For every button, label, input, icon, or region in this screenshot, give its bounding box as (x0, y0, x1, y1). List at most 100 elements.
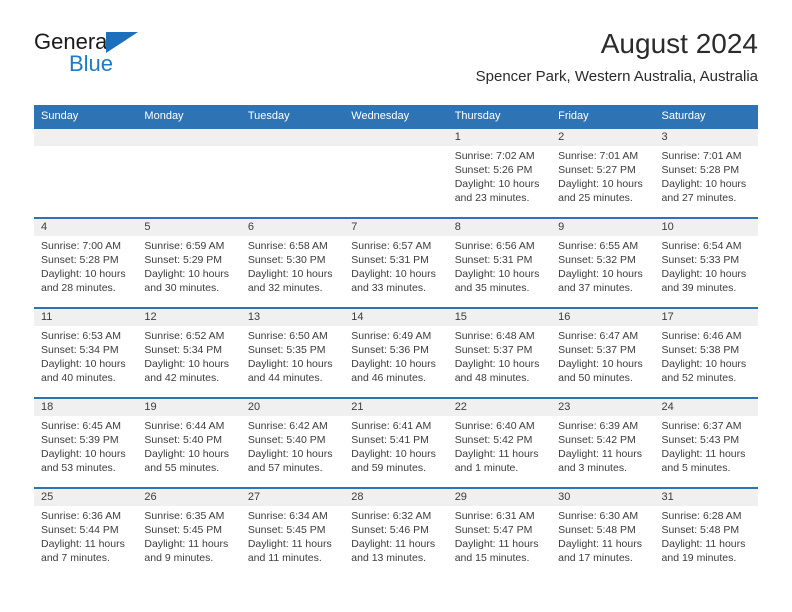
daylight-text-1: Daylight: 10 hours (661, 358, 747, 370)
weekday-header-saturday: Saturday (661, 110, 706, 122)
sunset-text: Sunset: 5:42 PM (454, 434, 533, 446)
day-cell[interactable]: Sunrise: 6:39 AM Sunset: 5:42 PM Dayligh… (551, 416, 654, 487)
day-cell[interactable]: Sunrise: 7:01 AM Sunset: 5:27 PM Dayligh… (551, 146, 654, 217)
day-number[interactable]: 16 (551, 309, 654, 326)
day-cell[interactable]: Sunrise: 7:01 AM Sunset: 5:28 PM Dayligh… (655, 146, 758, 217)
day-cell[interactable]: Sunrise: 6:58 AM Sunset: 5:30 PM Dayligh… (241, 236, 344, 307)
day-number[interactable]: 5 (137, 219, 240, 236)
day-cell[interactable]: Sunrise: 6:48 AM Sunset: 5:37 PM Dayligh… (448, 326, 551, 397)
daylight-text-1: Daylight: 10 hours (661, 268, 747, 280)
day-cell[interactable]: Sunrise: 6:50 AM Sunset: 5:35 PM Dayligh… (241, 326, 344, 397)
day-cell[interactable]: Sunrise: 6:44 AM Sunset: 5:40 PM Dayligh… (137, 416, 240, 487)
daylight-text-1: Daylight: 10 hours (144, 448, 230, 460)
day-number[interactable]: 15 (448, 309, 551, 326)
day-number[interactable]: 8 (448, 219, 551, 236)
day-cell[interactable]: Sunrise: 6:28 AM Sunset: 5:48 PM Dayligh… (655, 506, 758, 577)
day-number[interactable]: 10 (655, 219, 758, 236)
page-title: August 2024 (600, 28, 758, 59)
day-number[interactable] (241, 129, 344, 146)
day-cell[interactable]: Sunrise: 6:45 AM Sunset: 5:39 PM Dayligh… (34, 416, 137, 487)
day-cell[interactable]: Sunrise: 6:49 AM Sunset: 5:36 PM Dayligh… (344, 326, 447, 397)
daylight-text-2: and 28 minutes. (41, 282, 116, 294)
day-cell[interactable] (241, 146, 344, 217)
sunset-text: Sunset: 5:37 PM (558, 344, 636, 356)
week-row: 4 5 6 7 8 9 10 Sunrise: 7:00 AM Sunset: … (34, 217, 758, 307)
daylight-text-2: and 32 minutes. (247, 282, 323, 294)
day-number[interactable]: 28 (344, 489, 447, 506)
daylight-text-1: Daylight: 10 hours (41, 358, 126, 370)
day-number[interactable]: 12 (137, 309, 240, 326)
day-cell[interactable] (34, 146, 137, 217)
day-cell[interactable]: Sunrise: 6:55 AM Sunset: 5:32 PM Dayligh… (551, 236, 654, 307)
day-cell[interactable]: Sunrise: 6:36 AM Sunset: 5:44 PM Dayligh… (34, 506, 137, 577)
day-number[interactable]: 4 (34, 219, 137, 236)
day-number[interactable]: 13 (241, 309, 344, 326)
sunrise-text: Sunrise: 6:48 AM (454, 330, 535, 342)
day-number[interactable] (34, 129, 137, 146)
day-cell[interactable]: Sunrise: 6:35 AM Sunset: 5:45 PM Dayligh… (137, 506, 240, 577)
day-number[interactable]: 23 (551, 399, 654, 416)
sunset-text: Sunset: 5:40 PM (247, 434, 326, 446)
sunset-text: Sunset: 5:26 PM (454, 164, 533, 176)
daylight-text-1: Daylight: 10 hours (247, 268, 333, 280)
day-cell[interactable]: Sunrise: 6:57 AM Sunset: 5:31 PM Dayligh… (344, 236, 447, 307)
day-cell[interactable]: Sunrise: 6:46 AM Sunset: 5:38 PM Dayligh… (655, 326, 758, 397)
day-cell[interactable]: Sunrise: 7:02 AM Sunset: 5:26 PM Dayligh… (448, 146, 551, 217)
week-row: 25 26 27 28 29 30 31 Sunrise: 6:36 AM Su… (34, 487, 758, 577)
day-number[interactable]: 2 (551, 129, 654, 146)
day-cell[interactable]: Sunrise: 6:41 AM Sunset: 5:41 PM Dayligh… (344, 416, 447, 487)
daylight-text-1: Daylight: 11 hours (247, 538, 332, 550)
day-number[interactable] (344, 129, 447, 146)
daylight-text-2: and 44 minutes. (247, 372, 323, 384)
day-number[interactable]: 25 (34, 489, 137, 506)
day-cell[interactable]: Sunrise: 6:54 AM Sunset: 5:33 PM Dayligh… (655, 236, 758, 307)
day-cell[interactable]: Sunrise: 6:34 AM Sunset: 5:45 PM Dayligh… (241, 506, 344, 577)
day-number[interactable]: 3 (655, 129, 758, 146)
day-cell[interactable]: Sunrise: 6:56 AM Sunset: 5:31 PM Dayligh… (448, 236, 551, 307)
daylight-text-2: and 52 minutes. (661, 372, 737, 384)
sunrise-text: Sunrise: 6:52 AM (144, 330, 225, 342)
day-number[interactable]: 31 (655, 489, 758, 506)
daylight-text-1: Daylight: 10 hours (454, 358, 540, 370)
day-cell[interactable]: Sunrise: 6:53 AM Sunset: 5:34 PM Dayligh… (34, 326, 137, 397)
day-cell[interactable]: Sunrise: 6:32 AM Sunset: 5:46 PM Dayligh… (344, 506, 447, 577)
generalblue-logo[interactable]: General Blue (34, 30, 254, 75)
sunrise-text: Sunrise: 6:58 AM (247, 240, 328, 252)
sunset-text: Sunset: 5:40 PM (144, 434, 223, 446)
day-number[interactable]: 30 (551, 489, 654, 506)
day-number[interactable]: 24 (655, 399, 758, 416)
day-number[interactable]: 9 (551, 219, 654, 236)
week-row: 1 2 3 Sunrise: 7:02 AM Sunset: 5:26 PM D… (34, 127, 758, 217)
day-number[interactable]: 27 (241, 489, 344, 506)
day-cell[interactable]: Sunrise: 6:42 AM Sunset: 5:40 PM Dayligh… (241, 416, 344, 487)
day-number[interactable]: 19 (137, 399, 240, 416)
day-number[interactable]: 14 (344, 309, 447, 326)
day-cell[interactable]: Sunrise: 6:40 AM Sunset: 5:42 PM Dayligh… (448, 416, 551, 487)
day-cell[interactable]: Sunrise: 6:59 AM Sunset: 5:29 PM Dayligh… (137, 236, 240, 307)
week-daynumber-band: 1 2 3 (34, 129, 758, 146)
day-number[interactable] (137, 129, 240, 146)
day-number[interactable]: 20 (241, 399, 344, 416)
day-cell[interactable]: Sunrise: 6:31 AM Sunset: 5:47 PM Dayligh… (448, 506, 551, 577)
day-number[interactable]: 6 (241, 219, 344, 236)
day-number[interactable]: 1 (448, 129, 551, 146)
day-cell[interactable]: Sunrise: 6:52 AM Sunset: 5:34 PM Dayligh… (137, 326, 240, 397)
day-number[interactable]: 22 (448, 399, 551, 416)
day-cell[interactable]: Sunrise: 7:00 AM Sunset: 5:28 PM Dayligh… (34, 236, 137, 307)
day-number[interactable]: 26 (137, 489, 240, 506)
day-number[interactable]: 11 (34, 309, 137, 326)
day-cell[interactable]: Sunrise: 6:37 AM Sunset: 5:43 PM Dayligh… (655, 416, 758, 487)
day-number[interactable]: 17 (655, 309, 758, 326)
day-number[interactable]: 21 (344, 399, 447, 416)
day-number[interactable]: 18 (34, 399, 137, 416)
day-number[interactable]: 7 (344, 219, 447, 236)
daylight-text-2: and 9 minutes. (144, 552, 214, 564)
day-cell[interactable]: Sunrise: 6:47 AM Sunset: 5:37 PM Dayligh… (551, 326, 654, 397)
day-cell[interactable] (137, 146, 240, 217)
sunrise-text: Sunrise: 6:28 AM (661, 510, 742, 522)
sunset-text: Sunset: 5:31 PM (454, 254, 533, 266)
day-number[interactable]: 29 (448, 489, 551, 506)
day-cell[interactable]: Sunrise: 6:30 AM Sunset: 5:48 PM Dayligh… (551, 506, 654, 577)
daylight-text-2: and 59 minutes. (351, 462, 426, 474)
day-cell[interactable] (344, 146, 447, 217)
